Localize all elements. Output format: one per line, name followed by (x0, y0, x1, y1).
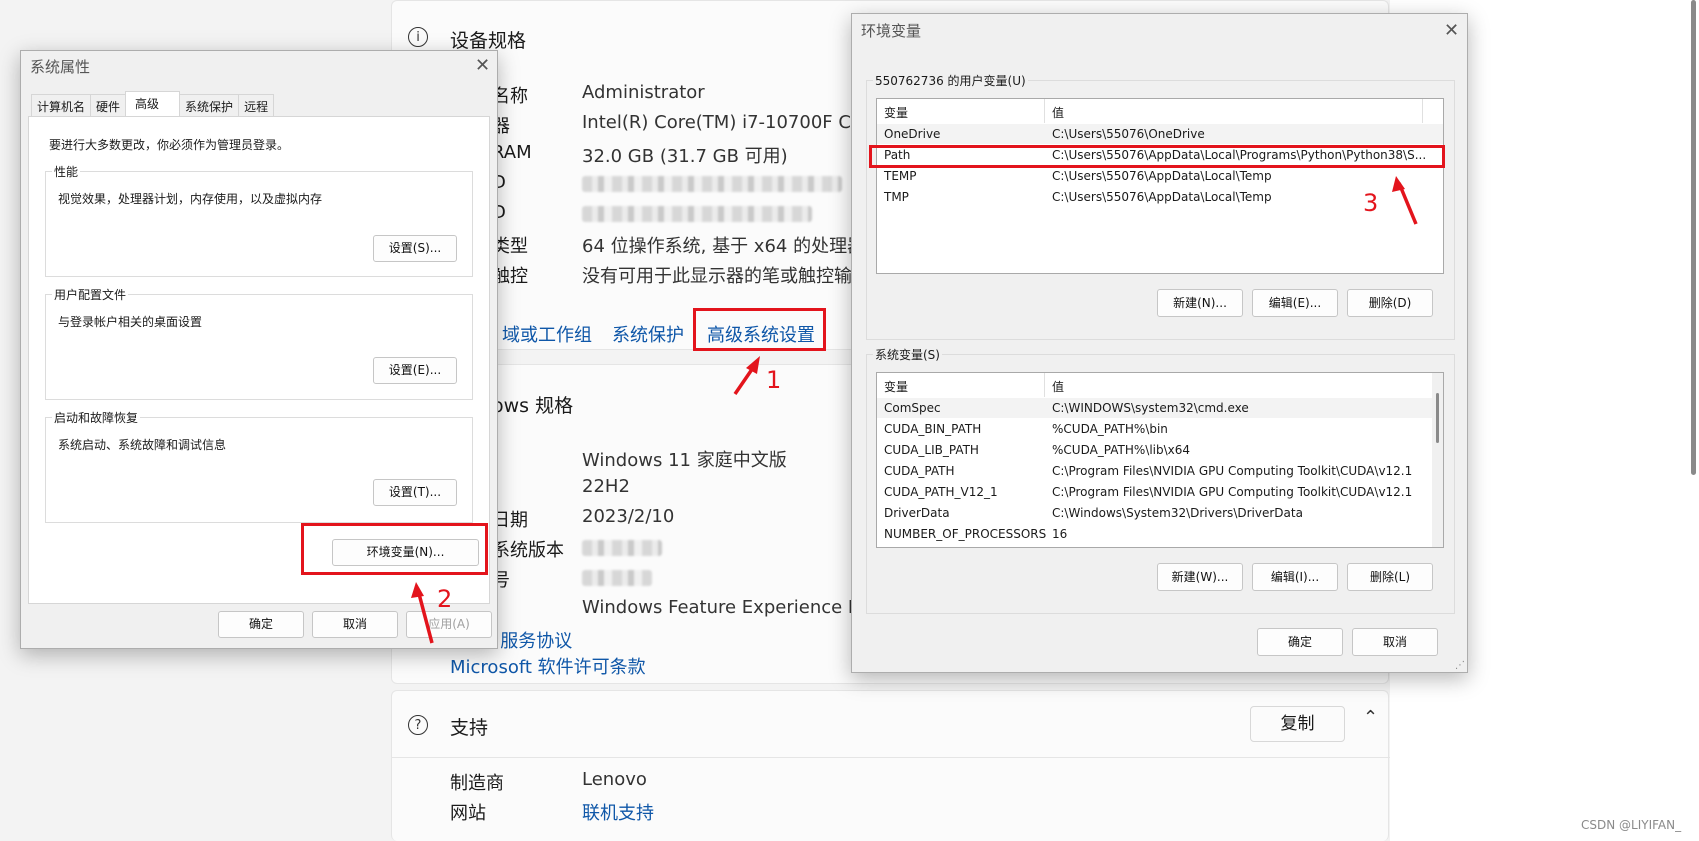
watermark: CSDN @LIYIFAN_ (1581, 818, 1682, 832)
arrow-2-head (411, 582, 424, 598)
arrow-1-head (746, 356, 760, 374)
annotation-step-1: 1 (766, 366, 782, 394)
annotation-step-3: 3 (1363, 189, 1379, 217)
arrow-2-shaft (416, 589, 434, 644)
annotation-arrows (411, 176, 1418, 644)
annotation-step-2: 2 (437, 585, 453, 613)
